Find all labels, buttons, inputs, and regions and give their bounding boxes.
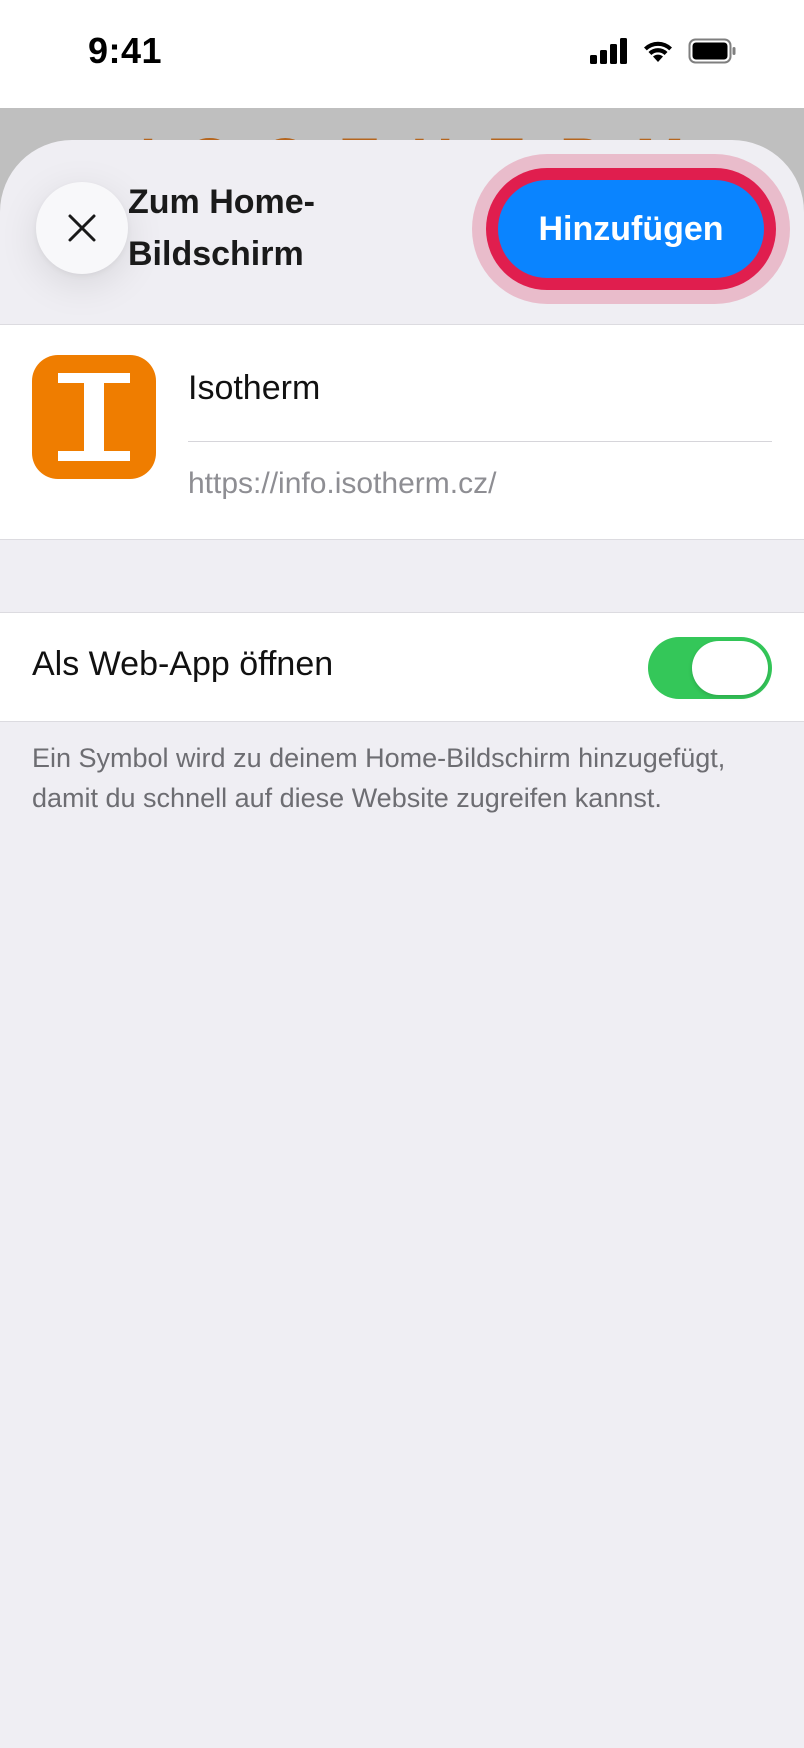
status-bar: 9:41 [0,0,804,108]
web-app-toggle[interactable] [648,637,772,699]
wifi-icon [644,41,672,62]
status-time: 9:41 [88,30,163,71]
app-icon [32,355,156,479]
app-letter-icon [58,373,130,461]
app-name-divider [188,441,772,442]
app-url: https://info.isotherm.cz/ [188,467,497,500]
close-icon [68,214,96,242]
web-app-label: Als Web-App öffnen [32,645,334,683]
close-button[interactable] [36,182,128,274]
footer-description: Ein Symbol wird zu deinem Home-Bildschir… [32,743,726,813]
battery-icon [688,38,736,64]
web-app-row: Als Web-App öffnen [0,612,804,722]
status-icons [590,38,736,64]
sheet-header: Zum Home-Bildschirm Hinzufügen [0,140,804,324]
sheet-title: Zum Home-Bildschirm [128,183,315,273]
app-info-card: https://info.isotherm.cz/ [0,324,804,540]
add-button[interactable]: Hinzufügen [498,180,764,278]
signal-icon [590,38,627,64]
toggle-knob [692,641,768,695]
app-name-input[interactable] [188,353,772,423]
add-to-home-sheet: Zum Home-Bildschirm Hinzufügen https://i… [0,140,804,1748]
